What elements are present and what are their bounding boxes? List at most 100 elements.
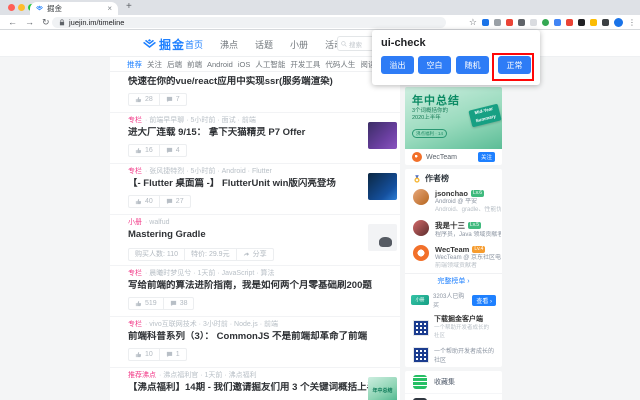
like-button[interactable]: 10: [129, 349, 160, 360]
bookmark-star-icon[interactable]: ☆: [469, 17, 477, 28]
article-row[interactable]: 专栏 · 晨曦时梦见兮 · 1天前 · JavaScript · 算法 写给前端…: [110, 266, 400, 317]
article-row[interactable]: 专栏 · 前端早早聊 · 5小时前 · 面试 · 前端 进大厂连载 9/15： …: [110, 113, 400, 164]
back-icon[interactable]: ←: [8, 15, 17, 29]
article-meta: 专栏 · 前端早早聊 · 5小时前 · 面试 · 前端: [128, 117, 388, 125]
like-button[interactable]: 519: [129, 298, 164, 309]
reload-icon[interactable]: ↻: [42, 15, 50, 29]
minimize-window-button[interactable]: [18, 4, 25, 11]
category-tag[interactable]: 专栏: [128, 117, 142, 125]
subnav-item-recommended[interactable]: 推荐: [127, 59, 142, 70]
category-tag[interactable]: 专栏: [128, 321, 142, 329]
article-row[interactable]: 专栏 · 张风捷特烈 · 5小时前 · Android · Flutter 【-…: [110, 164, 400, 215]
advertiser-name[interactable]: WecTeam: [426, 154, 474, 161]
random-button[interactable]: 随机: [456, 56, 489, 74]
follow-button[interactable]: 关注: [478, 152, 495, 162]
juejin-favicon-icon: [36, 5, 43, 12]
extension-icon[interactable]: [578, 19, 585, 26]
tab-close-icon[interactable]: ×: [107, 4, 112, 13]
like-button[interactable]: 16: [129, 145, 160, 156]
promo-button[interactable]: 查看 ›: [472, 295, 496, 306]
article-title[interactable]: Mastering Gradle: [128, 229, 378, 240]
article-title[interactable]: 进大厂连载 9/15： 拿下天猫精灵 P7 Offer: [128, 127, 378, 138]
comment-button[interactable]: 7: [160, 94, 186, 105]
booklet-promo[interactable]: 小册 3203人已购买 查看 ›: [405, 288, 502, 312]
author-name[interactable]: WecTeam: [435, 245, 469, 254]
share-button[interactable]: 分享: [237, 249, 273, 260]
full-ranking-link[interactable]: 完整榜单 ›: [405, 273, 502, 288]
article-row[interactable]: 推荐沸点 · 沸点福利官 · 1天前 · 沸点福利 【沸点福利】14期 - 我们…: [110, 368, 400, 400]
subnav-item-devtools[interactable]: 开发工具: [290, 59, 320, 70]
level-badge: Lv.4: [472, 246, 485, 253]
search-input[interactable]: 搜索: [337, 36, 375, 51]
author-item[interactable]: 我是十三Lv.5 程序员，Java 领域贡献者: [405, 217, 502, 242]
forward-icon[interactable]: →: [25, 15, 34, 29]
browser-menu-icon[interactable]: ⋮: [628, 18, 636, 27]
like-button[interactable]: 40: [129, 196, 160, 207]
app-download-subtitle: 一个帮助开发者成长的社区: [434, 324, 494, 340]
extension-icon[interactable]: [602, 19, 609, 26]
browser-tab[interactable]: 掘金 ×: [30, 2, 118, 15]
author-name[interactable]: 我是十三: [435, 220, 465, 231]
article-thumbnail[interactable]: [368, 122, 397, 149]
blank-button[interactable]: 空白: [418, 56, 451, 74]
extension-icon[interactable]: [494, 19, 501, 26]
comment-count: 7: [176, 96, 180, 103]
nav-item-books[interactable]: 小册: [290, 38, 308, 51]
like-button[interactable]: 28: [129, 94, 160, 105]
article-thumbnail[interactable]: [368, 173, 397, 200]
new-tab-button[interactable]: +: [126, 1, 132, 12]
address-bar[interactable]: juejin.im/timeline: [52, 17, 446, 28]
nav-item-home[interactable]: 首页: [185, 38, 203, 51]
extension-icon[interactable]: [566, 19, 573, 26]
article-row[interactable]: 小册 · walfud Mastering Gradle 购买人数: 110 特…: [110, 215, 400, 266]
extension-icon[interactable]: [590, 19, 597, 26]
article-thumbnail[interactable]: [368, 224, 397, 251]
feature-collections[interactable]: 收藏集: [405, 371, 502, 394]
category-tag[interactable]: 小册: [128, 219, 142, 227]
article-row[interactable]: 快速在你的vue/react应用中实现ssr(服务端渲染) 28 7: [110, 72, 400, 113]
like-count: 10: [145, 351, 153, 358]
comment-button[interactable]: 1: [160, 349, 186, 360]
author-item[interactable]: WecTeamLv.4 WecTeam @ 京东社区电商… 前端领域贡献者: [405, 242, 502, 273]
extension-icon[interactable]: [482, 19, 489, 26]
author-name[interactable]: jsonchao: [435, 189, 468, 198]
profile-avatar[interactable]: [614, 18, 623, 27]
article-thumbnail[interactable]: 年中总结: [368, 377, 397, 400]
comment-button[interactable]: 38: [164, 298, 194, 309]
app-download-title: 下载掘金客户端: [434, 315, 494, 324]
search-placeholder: 搜索: [349, 39, 362, 49]
extension-icon[interactable]: [530, 19, 537, 26]
category-tag[interactable]: 专栏: [128, 270, 142, 278]
subnav-item-frontend[interactable]: 前端: [187, 59, 202, 70]
feature-guide[interactable]: 掘金社区资源指南: [405, 394, 502, 400]
subnav-item-career[interactable]: 代码人生: [325, 59, 355, 70]
nav-item-topics[interactable]: 话题: [255, 38, 273, 51]
subnav-item-ai[interactable]: 人工智能: [255, 59, 285, 70]
article-title[interactable]: 写给前端的算法进阶指南，我是如何两个月零基础刷200题: [128, 280, 378, 291]
subnav-item-android[interactable]: Android: [207, 60, 233, 69]
comment-button[interactable]: 4: [160, 145, 186, 156]
author-item[interactable]: jsonchaoLv.6 Android @ 平安 Android、gradle…: [405, 186, 502, 217]
close-window-button[interactable]: [8, 4, 15, 11]
subnav-item-following[interactable]: 关注: [147, 59, 162, 70]
ad-banner[interactable]: 年中总结 3个词概括你的 2020上半年 沸点福利 · 14 Mid-YearS…: [405, 87, 502, 149]
ad-card: 年中总结 3个词概括你的 2020上半年 沸点福利 · 14 Mid-YearS…: [405, 87, 502, 165]
article-title[interactable]: 快速在你的vue/react应用中实现ssr(服务端渲染): [128, 76, 378, 87]
meta-text: · walfud: [145, 219, 170, 227]
subnav-item-backend[interactable]: 后端: [167, 59, 182, 70]
juejin-logo[interactable]: 掘金: [143, 36, 185, 53]
article-row[interactable]: 专栏 · vivo互联网技术 · 3小时前 · Node.js · 前端 前端科…: [110, 317, 400, 368]
category-tag[interactable]: 专栏: [128, 168, 142, 176]
article-title[interactable]: 【沸点福利】14期 - 我们邀请掘友们用 3 个关键词概括上半年: [128, 382, 378, 393]
extension-icon[interactable]: [518, 19, 525, 26]
article-title[interactable]: 前端科普系列（3）： CommonJS 不是前端却革命了前端: [128, 331, 378, 342]
extension-icon[interactable]: [506, 19, 513, 26]
overflow-button[interactable]: 溢出: [381, 56, 414, 74]
article-title[interactable]: 【- Flutter 桌面篇 -】 FlutterUnit win版闪亮登场: [128, 178, 378, 189]
category-tag[interactable]: 推荐沸点: [128, 372, 156, 380]
subnav-item-ios[interactable]: iOS: [238, 60, 251, 69]
extension-icon[interactable]: [554, 19, 561, 26]
comment-button[interactable]: 27: [160, 196, 190, 207]
extension-icon[interactable]: [542, 19, 549, 26]
nav-item-pins[interactable]: 沸点: [220, 38, 238, 51]
